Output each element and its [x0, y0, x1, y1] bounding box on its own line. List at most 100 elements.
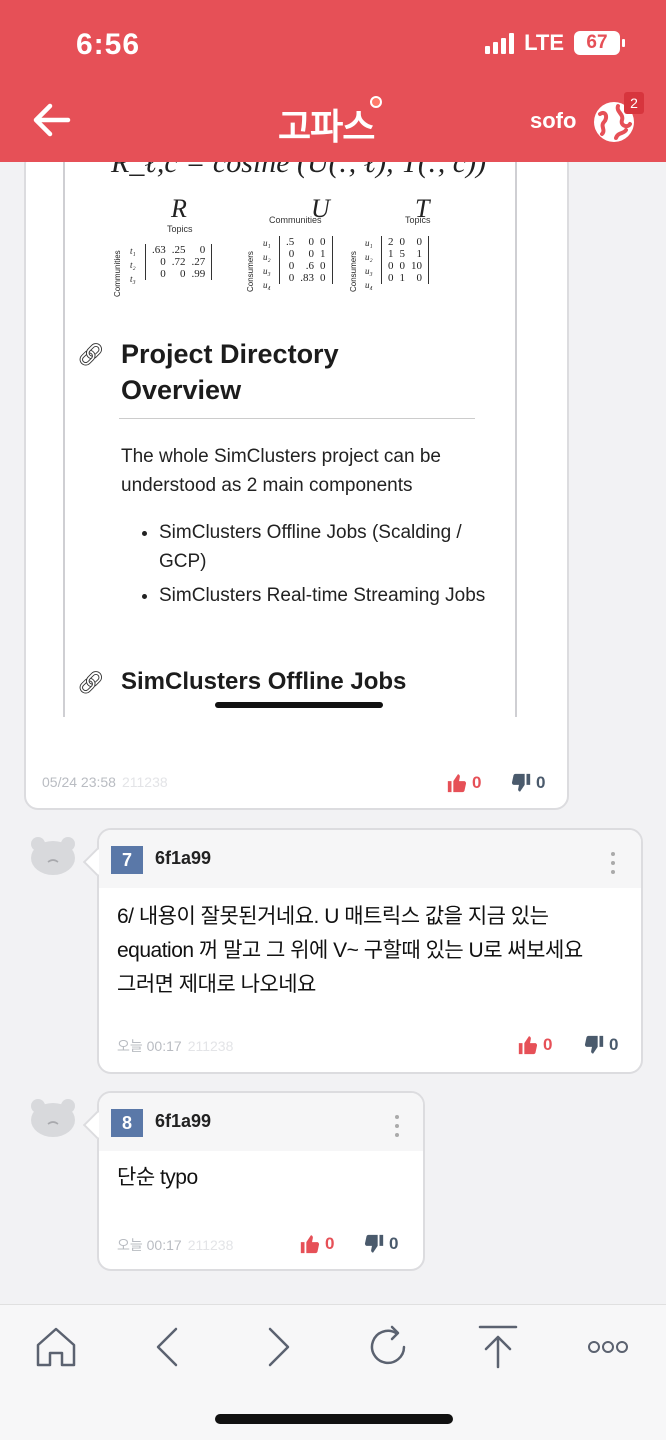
thumbs-up-icon: [300, 1235, 320, 1254]
matrix-cell: 0: [288, 272, 295, 284]
home-indicator: [215, 1414, 453, 1424]
logo-dot-icon: [370, 96, 383, 108]
matrix-cell: .99: [191, 268, 206, 280]
matrix-cell: 1: [320, 248, 326, 260]
matrix-r-row-labels: t₁ t₂ t₃: [130, 244, 136, 286]
screenshot-home-indicator: [215, 702, 383, 708]
status-time: 6:56: [76, 28, 141, 61]
comment-dislike-count: 0: [389, 1234, 399, 1253]
matrix-cell: 0: [320, 236, 326, 248]
post-dislike-count: 0: [536, 773, 546, 792]
kebab-menu-icon[interactable]: [609, 852, 617, 874]
list-item: SimClusters Real-time Streaming Jobs: [159, 581, 489, 610]
comment-author[interactable]: 6f1a99: [155, 848, 211, 869]
comment-id: 211238: [187, 1038, 234, 1054]
chevron-right-icon: [268, 1327, 290, 1367]
image-border-right: [515, 152, 517, 717]
comment-line: equation 꺼 말고 그 위에 V~ 구할때 있는 U로 써보세요: [117, 939, 583, 962]
comment-meta: 오늘 00:17 211238: [117, 1235, 233, 1255]
anchor-link-icon: 🔗︎: [77, 670, 105, 695]
network-label: LTE: [524, 30, 564, 55]
anchor-link-icon: 🔗︎: [77, 342, 105, 367]
matrix-cell: 0: [288, 248, 295, 260]
row-label: t₁: [130, 246, 136, 256]
comment-like-count: 0: [325, 1234, 335, 1253]
post-id: 211238: [121, 774, 168, 790]
comment-dislike-button[interactable]: 0: [363, 1233, 398, 1255]
matrix-u: .5 0 0 001 0.6 0 0.83 0: [279, 236, 333, 284]
more-dots-icon: [588, 1341, 628, 1353]
matrix-cell: 5: [399, 248, 406, 260]
post-like-button[interactable]: 0: [446, 772, 481, 794]
matrix-cell: 0: [199, 244, 206, 256]
comment-like-button[interactable]: 0: [299, 1233, 334, 1255]
comment-header: [99, 1093, 423, 1151]
matrix-cell: .6: [305, 260, 314, 272]
matrix-cell: .63: [152, 244, 166, 256]
kebab-menu-icon[interactable]: [393, 1115, 401, 1137]
thumbs-up-icon: [518, 1036, 538, 1055]
matrix-cell: .27: [191, 256, 206, 268]
comment-line: 단순 typo: [117, 1166, 198, 1189]
site-logo[interactable]: 고파스: [278, 96, 383, 150]
matrix-cell: 1: [416, 248, 423, 260]
nav-forward-button[interactable]: [256, 1323, 300, 1371]
comment-author[interactable]: 6f1a99: [155, 1111, 211, 1132]
comment-line: 그러면 제대로 나오네요: [117, 973, 316, 996]
comment-like-button[interactable]: 0: [517, 1034, 552, 1056]
post-meta: 05/24 23:58 211238: [42, 774, 168, 790]
row-label: u₃: [263, 266, 271, 276]
nav-back-button[interactable]: [146, 1323, 190, 1371]
reload-icon: [370, 1325, 406, 1365]
doc-heading-offline-jobs: SimClusters Offline Jobs: [121, 668, 407, 695]
row-label: u₂: [263, 252, 271, 262]
comment-card: 7 6f1a99 6/ 내용이 잘못된거네요. U 매트릭스 값을 지금 있는 …: [97, 828, 643, 1074]
post-dislike-button[interactable]: 0: [510, 772, 545, 794]
logo-text: 고파스: [278, 106, 375, 147]
row-label: u₂: [365, 252, 373, 262]
user-name-link[interactable]: sofo: [530, 108, 576, 134]
doc-bullet-list: SimClusters Offline Jobs (Scalding / GCP…: [139, 518, 489, 615]
thumbs-down-icon: [511, 773, 531, 792]
thumbs-down-icon: [584, 1035, 604, 1054]
post-image: R_ℓ,c = cosine (U(:, ℓ), T(:, c)) R Topi…: [43, 152, 519, 717]
matrix-r-side-label: Communities: [113, 250, 122, 297]
comment-body: 6/ 내용이 잘못된거네요. U 매트릭스 값을 지금 있는 equation …: [117, 900, 583, 1002]
matrix-cell: 0: [160, 256, 166, 268]
more-button[interactable]: [586, 1323, 630, 1371]
matrix-cell: .25: [171, 244, 186, 256]
matrix-cell: 0: [399, 260, 406, 272]
row-label: u₃: [365, 266, 373, 276]
comment-card: 8 6f1a99 단순 typo 오늘 00:17 211238 0 0: [97, 1091, 425, 1271]
matrix-t-row-labels: u₁ u₂ u₃ u₄: [365, 236, 373, 292]
arrow-left-icon: [33, 103, 71, 137]
matrix-cell: 0: [388, 272, 394, 284]
matrix-cell: 0: [160, 268, 166, 280]
avatar-bear-icon: [31, 837, 75, 875]
scroll-top-button[interactable]: [476, 1323, 520, 1371]
post-like-count: 0: [472, 773, 482, 792]
arrow-up-icon: [478, 1325, 518, 1369]
comment-date: 오늘 00:17: [117, 1038, 182, 1054]
back-arrow-button[interactable]: [30, 100, 74, 140]
matrix-t-side-label: Consumers: [349, 251, 358, 292]
matrix-cell: 0: [416, 236, 423, 248]
row-label: u₁: [263, 238, 271, 248]
comment-body: 단순 typo: [117, 1161, 198, 1195]
status-indicators: LTE 67: [485, 30, 625, 56]
matrix-r-title: R: [171, 194, 187, 223]
matrix-cell: 0: [416, 272, 423, 284]
app-header: 6:56 LTE 67 고파스 sofo 2: [0, 0, 666, 162]
home-button[interactable]: [34, 1323, 78, 1371]
row-label: t₂: [130, 260, 136, 270]
heading-divider: [119, 418, 475, 419]
matrix-u-sublabel: Communities: [269, 215, 322, 225]
comment-dislike-button[interactable]: 0: [583, 1034, 618, 1056]
row-label: u₄: [365, 280, 373, 290]
chevron-left-icon: [156, 1327, 178, 1367]
reload-button[interactable]: [366, 1323, 410, 1371]
matrix-cell: .5: [286, 236, 295, 248]
comment-meta: 오늘 00:17 211238: [117, 1036, 233, 1056]
matrix-r: .63.25 0 0.72.27 0 0.99: [145, 244, 213, 280]
avatar-bear-icon: [31, 1099, 75, 1137]
